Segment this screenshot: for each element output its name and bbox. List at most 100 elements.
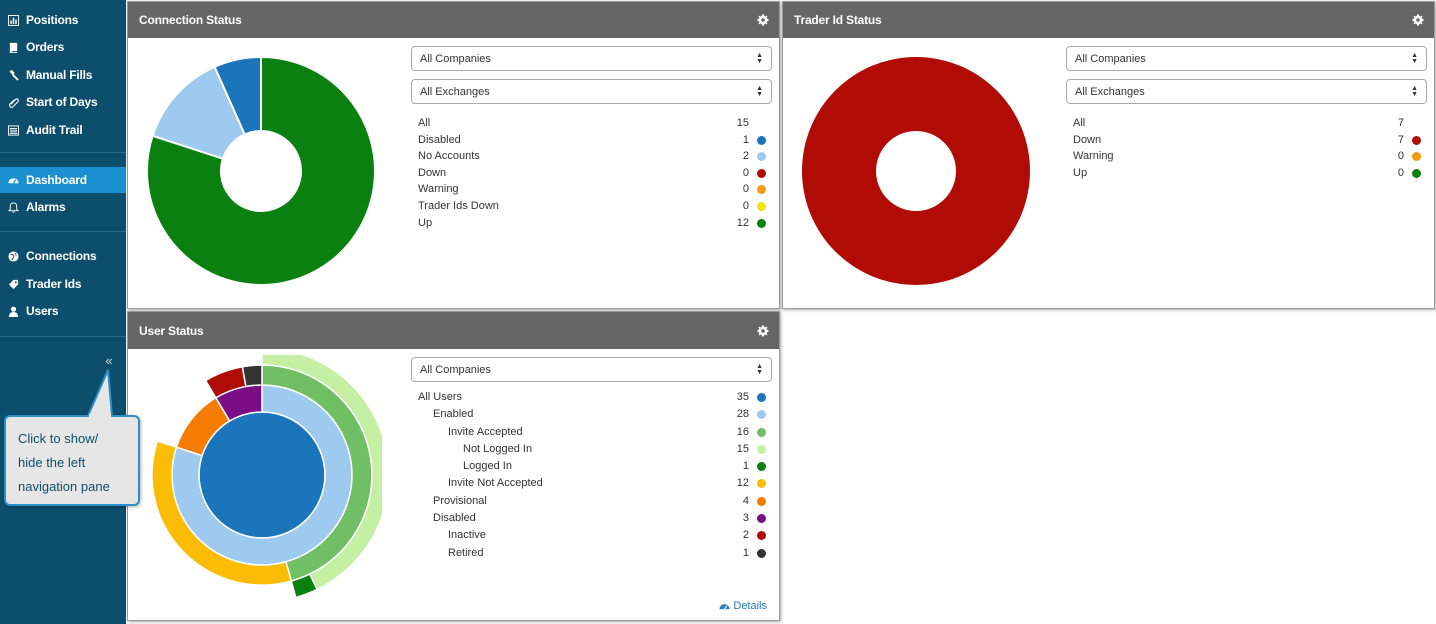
- legend-count: 3: [742, 512, 749, 525]
- connection-status-donut-chart: [146, 55, 376, 286]
- legend-row: Disabled 3: [418, 510, 768, 527]
- legend-count: 1: [742, 133, 749, 146]
- legend-label: Provisional: [433, 494, 487, 507]
- nav-divider: [0, 336, 126, 337]
- legend-row: All 15: [418, 115, 768, 132]
- legend-label: Disabled: [433, 512, 476, 525]
- legend-color-dot: [757, 479, 766, 489]
- legend-row: Retired 1: [418, 545, 768, 562]
- nav-item-label: Users: [26, 304, 59, 318]
- legend-row: Up 0: [1073, 165, 1423, 182]
- legend-label: All Users: [418, 391, 463, 403]
- legend-count: 2: [742, 150, 749, 163]
- globe-icon: [6, 249, 20, 263]
- list-icon: [6, 123, 20, 137]
- paperclip-icon: [6, 95, 20, 109]
- nav-divider: [0, 152, 126, 153]
- legend-row: All Users 35: [418, 389, 768, 406]
- legend-row: All 7: [1073, 115, 1423, 132]
- nav-item-label: Positions: [26, 13, 79, 27]
- legend-color-dot: [757, 168, 766, 178]
- nav-item-label: Dashboard: [26, 173, 87, 187]
- sunburst-segment-retired[interactable]: [241, 364, 263, 388]
- legend-row: Up 12: [418, 215, 768, 232]
- legend-row: Not Logged In 15: [418, 441, 768, 458]
- trader-id-status-panel: Trader Id Status All Companies ▲ ▼ All Ex…: [782, 1, 1435, 309]
- user-status-panel: User Status All Companies ▲ ▼ All Users 35…: [127, 311, 780, 621]
- legend-count: 15: [736, 442, 749, 455]
- legend-label: Warning: [1073, 150, 1114, 163]
- legend-label: Not Logged In: [463, 442, 533, 455]
- legend-label: Up: [1073, 166, 1088, 179]
- legend-color-dot: [757, 393, 766, 402]
- company-select[interactable]: All Companies ▲ ▼: [411, 357, 772, 382]
- legend-color-dot: [1412, 152, 1421, 162]
- callout-pointer: [86, 369, 114, 420]
- nav-item-alarms[interactable]: Alarms: [0, 194, 126, 220]
- gavel-icon: [6, 68, 20, 82]
- select-arrows-icon: ▲ ▼: [1411, 84, 1418, 98]
- nav-item-connections[interactable]: Connections: [0, 243, 126, 269]
- legend-label: Trader Ids Down: [418, 199, 499, 212]
- panel-body: All Companies ▲ ▼ All Exchanges ▲ ▼ All 15 D…: [128, 38, 779, 308]
- panel-title: Trader Id Status: [794, 13, 882, 27]
- legend-row: Down 0: [418, 165, 768, 182]
- panel-header: Connection Status: [128, 2, 779, 38]
- help-callout: Click to show/ hide the left navigation …: [4, 415, 140, 506]
- legend-color-dot: [757, 496, 766, 506]
- panel-body: All Companies ▲ ▼ All Users 35 Enabled 28 Inv…: [128, 349, 779, 620]
- legend-count: 0: [1397, 150, 1404, 163]
- nav-item-manual-fills[interactable]: Manual Fills: [0, 62, 126, 88]
- slice-down[interactable]: [802, 57, 1030, 285]
- legend-label: Inactive: [448, 529, 486, 542]
- legend-label: Invite Accepted: [448, 425, 523, 438]
- select-value: All Exchanges: [1075, 85, 1145, 98]
- nav-item-audit-trail[interactable]: Audit Trail: [0, 117, 126, 143]
- nav-item-trader-ids[interactable]: Trader Ids: [0, 271, 126, 297]
- details-link[interactable]: Details: [719, 600, 767, 612]
- legend-label: Disabled: [418, 133, 461, 146]
- legend-row: No Accounts 2: [418, 148, 768, 165]
- select-arrows-icon: ▲ ▼: [756, 51, 763, 65]
- company-select[interactable]: All Companies ▲ ▼: [411, 46, 772, 71]
- legend-row: Trader Ids Down 0: [418, 198, 768, 215]
- gear-icon[interactable]: [757, 325, 769, 337]
- legend-row: Warning 0: [1073, 148, 1423, 165]
- trader-id-status-legend: All 7 Down 7 Warning 0 Up 0: [1073, 115, 1423, 181]
- exchange-select[interactable]: All Exchanges ▲ ▼: [1066, 79, 1427, 104]
- legend-row: Down 7: [1073, 132, 1423, 149]
- legend-label: Down: [1073, 133, 1102, 146]
- select-value: All Companies: [420, 363, 491, 376]
- nav-item-label: Alarms: [26, 200, 66, 214]
- nav-item-start-of-days[interactable]: Start of Days: [0, 89, 126, 115]
- nav-item-label: Orders: [26, 40, 65, 54]
- user-status-legend: All Users 35 Enabled 28 Invite Accepted 16 Not…: [418, 389, 768, 562]
- legend-count: 0: [742, 199, 749, 212]
- book-icon: [6, 40, 20, 54]
- nav-item-orders[interactable]: Orders: [0, 34, 126, 60]
- nav-item-users[interactable]: Users: [0, 298, 126, 324]
- legend-color-dot: [1412, 135, 1421, 145]
- legend-count: 35: [736, 391, 749, 403]
- tag-icon: [6, 277, 20, 291]
- legend-row: Invite Not Accepted 12: [418, 475, 768, 492]
- collapse-nav-button[interactable]: «: [102, 354, 116, 368]
- company-select[interactable]: All Companies ▲ ▼: [1066, 46, 1427, 71]
- legend-label: Enabled: [433, 408, 474, 421]
- legend-color-dot: [757, 514, 766, 524]
- gear-icon[interactable]: [1412, 14, 1424, 26]
- legend-label: Warning: [418, 183, 459, 196]
- nav-item-dashboard[interactable]: Dashboard: [0, 167, 126, 193]
- left-navigation-pane: Positions Orders Manual Fills Start of D…: [0, 0, 126, 624]
- nav-item-label: Start of Days: [26, 95, 98, 109]
- trader-id-status-donut-chart: [802, 57, 1030, 285]
- legend-row: Warning 0: [418, 181, 768, 198]
- panel-body: All Companies ▲ ▼ All Exchanges ▲ ▼ All 7 Do…: [783, 38, 1434, 308]
- panel-header: User Status: [128, 312, 779, 349]
- nav-divider: [0, 231, 126, 232]
- gear-icon[interactable]: [757, 14, 769, 26]
- legend-count: 7: [1397, 117, 1404, 129]
- legend-color-dot: [757, 152, 766, 162]
- nav-item-positions[interactable]: Positions: [0, 7, 126, 33]
- exchange-select[interactable]: All Exchanges ▲ ▼: [411, 79, 772, 104]
